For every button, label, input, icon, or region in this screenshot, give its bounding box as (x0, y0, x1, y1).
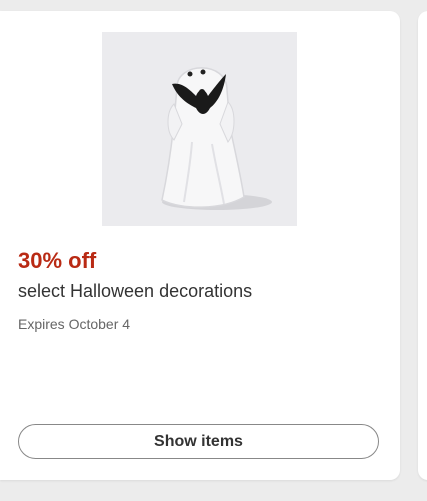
product-image[interactable] (102, 32, 297, 226)
offer-title: select Halloween decorations (18, 281, 253, 301)
expiry-date: Expires October 4 (18, 316, 131, 332)
offers-carousel: 30% off select Halloween decorations Exp… (0, 0, 427, 501)
show-items-button[interactable]: Show items (18, 424, 379, 459)
next-offer-card[interactable] (418, 11, 427, 480)
discount-text: 30% off (18, 248, 97, 273)
ghost-figurine-image (102, 32, 297, 226)
offer-card[interactable]: 30% off select Halloween decorations Exp… (0, 11, 400, 480)
